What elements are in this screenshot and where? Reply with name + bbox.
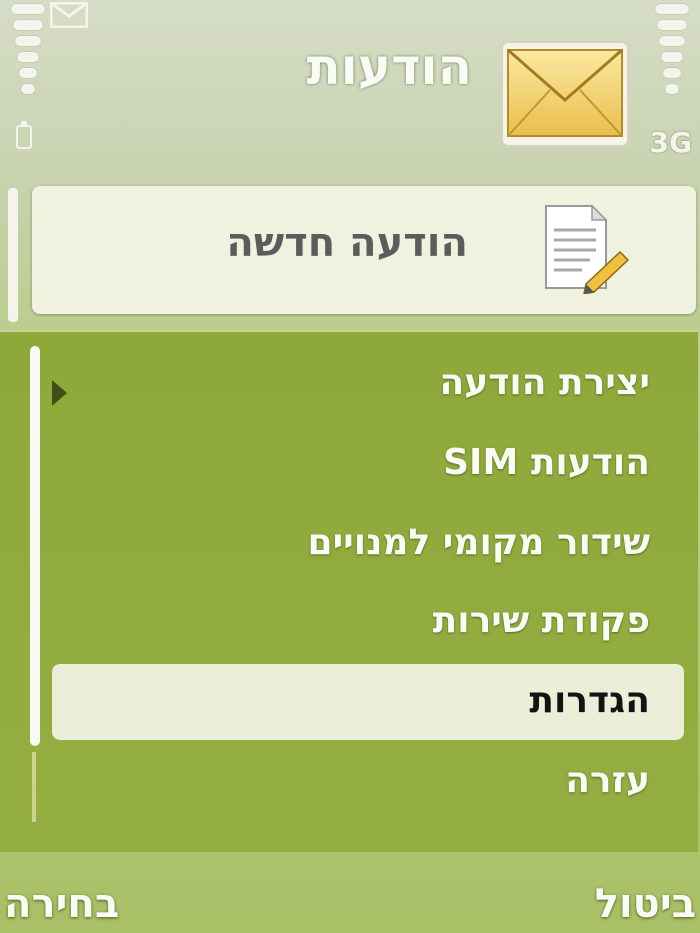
select-softkey[interactable]: בחירה (4, 881, 119, 927)
menu-item-create-message[interactable]: יצירת הודעה (440, 362, 650, 403)
scrollbar[interactable] (8, 188, 18, 322)
menu-item-settings[interactable]: הגדרות (529, 680, 650, 721)
menu-item-help[interactable]: עזרה (565, 760, 650, 801)
menu-item-cell-broadcast[interactable]: שידור מקומי למנויים (308, 522, 651, 563)
battery-level-icon (652, 4, 692, 100)
signal-strength-icon (8, 4, 48, 100)
submenu-arrow-icon (52, 380, 67, 406)
options-menu: יצירת הודעה הודעות SIM שידור מקומי למנוי… (0, 330, 698, 852)
envelope-icon (501, 41, 629, 147)
envelope-icon (50, 2, 88, 28)
menu-item-sim-messages[interactable]: הודעות SIM (443, 442, 650, 483)
battery-icon (16, 121, 32, 149)
menu-scrollbar[interactable] (30, 346, 40, 746)
new-message-label: הודעה חדשה (226, 220, 468, 266)
status-bar: 3G הודעות (0, 0, 700, 180)
menu-scroll-track (32, 752, 36, 822)
network-indicator: 3G (649, 126, 692, 159)
page-title: הודעות (306, 38, 472, 96)
cancel-softkey[interactable]: ביטול (595, 881, 696, 927)
document-pencil-icon (545, 204, 630, 294)
softkey-bar: בחירה ביטול (0, 853, 700, 933)
new-message-item[interactable]: הודעה חדשה (32, 186, 696, 314)
menu-item-service-command[interactable]: פקודת שירות (433, 600, 650, 641)
